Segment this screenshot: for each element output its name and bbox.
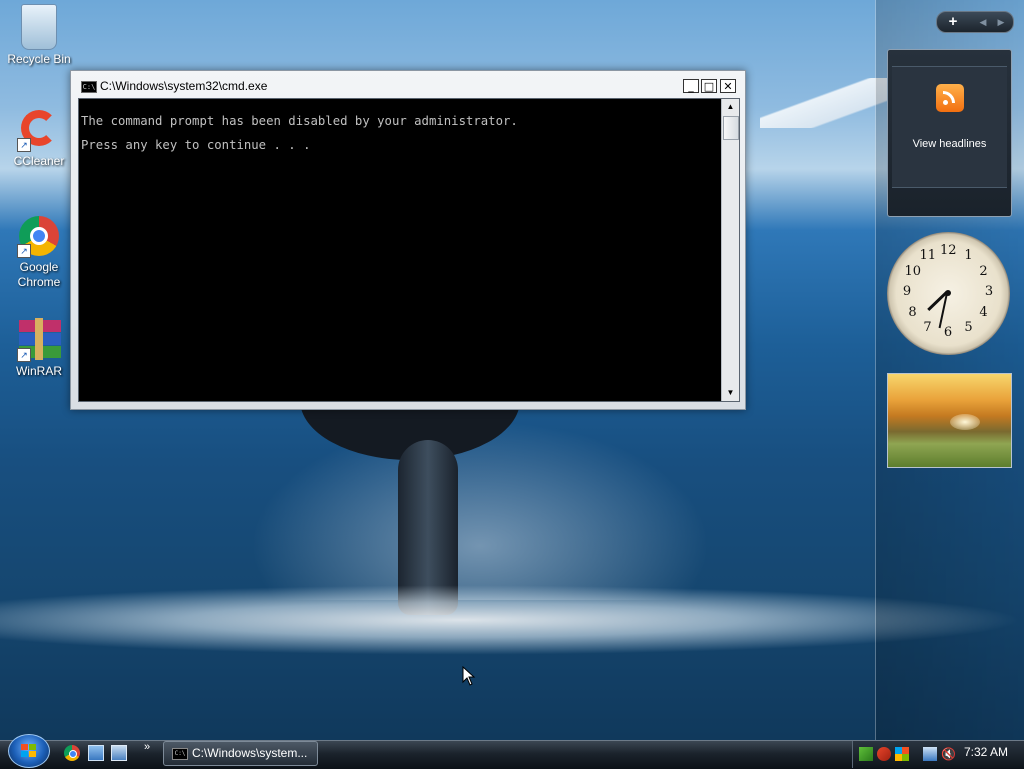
cmd-console[interactable]: The command prompt has been disabled by … <box>78 98 740 402</box>
clock-gadget[interactable]: 12 1 2 3 4 5 6 7 8 9 10 11 <box>887 232 1010 355</box>
quicklaunch-switch-windows-icon[interactable] <box>111 745 127 761</box>
clock-center-pin <box>945 290 951 296</box>
previous-icon[interactable]: ◀ <box>973 12 993 32</box>
clock-number: 11 <box>919 248 937 264</box>
wallpaper-mountain <box>760 78 890 128</box>
desktop-icon-winrar[interactable]: ↗ WinRAR <box>4 318 74 379</box>
minimize-button[interactable]: _ <box>683 79 699 93</box>
ccleaner-icon: ↗ <box>17 108 61 152</box>
cmd-window[interactable]: C:\ C:\Windows\system32\cmd.exe _ □ ✕ Th… <box>70 70 746 410</box>
scroll-up-icon[interactable]: ▲ <box>722 99 739 115</box>
desktop-icon-label: CCleaner <box>13 154 65 168</box>
clock-number: 10 <box>904 263 922 279</box>
windows-security-icon[interactable] <box>895 747 909 761</box>
clock-number: 8 <box>908 304 917 320</box>
safely-remove-icon[interactable] <box>859 747 873 761</box>
ccleaner-tray-icon[interactable] <box>877 747 891 761</box>
clock-number: 12 <box>940 243 957 258</box>
desktop-icon-recycle-bin[interactable]: Recycle Bin <box>4 4 74 67</box>
taskbar-button-label: C:\Windows\system... <box>192 746 308 760</box>
start-button[interactable] <box>8 734 50 768</box>
cmd-title-bar[interactable]: C:\ C:\Windows\system32\cmd.exe _ □ ✕ <box>79 77 739 97</box>
slideshow-sun <box>950 414 980 430</box>
recycle-bin-icon <box>21 4 57 50</box>
add-gadget-button[interactable]: + <box>943 12 963 32</box>
cmd-output: The command prompt has been disabled by … <box>81 109 518 157</box>
quicklaunch-show-desktop-icon[interactable] <box>88 745 104 761</box>
view-headlines-link[interactable]: View headlines <box>888 138 1011 150</box>
taskbar-button-cmd[interactable]: C:\ C:\Windows\system... <box>163 741 318 766</box>
windows-logo-icon <box>21 744 37 758</box>
slideshow-gadget[interactable] <box>887 373 1012 468</box>
chrome-icon: ↗ <box>17 214 61 258</box>
desktop-icon-google-chrome[interactable]: ↗ Google Chrome <box>4 214 74 290</box>
cmd-line-1: The command prompt has been disabled by … <box>81 114 518 128</box>
clock-number: 2 <box>979 263 988 279</box>
next-icon[interactable]: ▶ <box>991 12 1011 32</box>
maximize-button[interactable]: □ <box>701 79 717 93</box>
feed-headlines-gadget[interactable]: View headlines <box>887 49 1012 217</box>
desktop-icon-label: WinRAR <box>15 364 62 378</box>
wallpaper-spray <box>250 420 710 600</box>
cmd-taskbar-icon: C:\ <box>172 748 188 760</box>
clock-number: 1 <box>964 248 973 264</box>
desktop-icon-label: Google Chrome <box>17 260 61 289</box>
vertical-scrollbar[interactable]: ▲ ▼ <box>721 99 739 401</box>
cmd-app-icon[interactable]: C:\ <box>81 81 97 93</box>
clock-number: 4 <box>979 304 988 320</box>
clock-number: 3 <box>984 284 994 299</box>
taskbar-clock[interactable]: 7:32 AM <box>964 745 1008 759</box>
volume-muted-icon[interactable]: 🔇 <box>941 747 956 761</box>
cmd-line-2: Press any key to continue . . . <box>81 138 311 152</box>
desktop-icon-ccleaner[interactable]: ↗ CCleaner <box>4 108 74 169</box>
sidebar-controls: + ◀ ▶ <box>936 11 1014 33</box>
scroll-thumb[interactable] <box>723 116 739 140</box>
clock-number: 5 <box>964 319 973 335</box>
mouse-cursor-icon <box>462 665 476 691</box>
scroll-down-icon[interactable]: ▼ <box>722 385 739 401</box>
wallpaper-splash <box>0 585 1024 655</box>
rss-icon <box>936 84 964 112</box>
quicklaunch-chrome-icon[interactable] <box>64 745 80 761</box>
winrar-icon: ↗ <box>17 318 61 362</box>
desktop-icon-label: Recycle Bin <box>7 52 71 66</box>
network-icon[interactable] <box>923 747 937 761</box>
clock-number: 7 <box>923 319 932 335</box>
clock-number: 6 <box>943 325 953 340</box>
cmd-window-title: C:\Windows\system32\cmd.exe <box>100 79 268 93</box>
clock-number: 9 <box>902 284 912 299</box>
quicklaunch-more-button[interactable]: » <box>144 741 150 753</box>
close-button[interactable]: ✕ <box>720 79 736 93</box>
